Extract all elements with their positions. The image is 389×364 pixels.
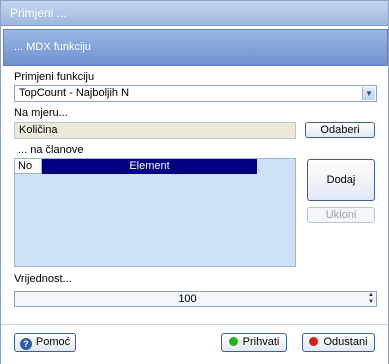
cancel-button[interactable]: Odustani <box>302 333 375 352</box>
measure-field[interactable]: Količina <box>14 122 296 139</box>
column-header-no[interactable]: No <box>15 159 42 174</box>
members-label: ... na članove <box>18 144 84 156</box>
question-icon: ? <box>19 338 32 350</box>
accept-button-label: Prihvati <box>242 336 280 348</box>
measure-value: Količina <box>19 124 58 136</box>
function-label: Primjeni funkciju <box>14 71 95 83</box>
header-panel: ... MDX funkciju <box>3 29 388 66</box>
cancel-button-label: Odustani <box>323 336 368 348</box>
help-button-label: Pomoć <box>35 336 71 348</box>
chevron-down-icon[interactable]: ▼ <box>362 87 375 100</box>
column-header-element[interactable]: Element <box>42 159 257 174</box>
green-dot-icon <box>228 337 238 346</box>
value-label: Vrijednost... <box>14 273 72 285</box>
footer-bar: ? Pomoć Prihvati Odustani <box>1 324 388 364</box>
value-number[interactable]: 100 <box>15 293 360 305</box>
function-selected-value: TopCount - Najboljih N <box>19 87 130 99</box>
add-member-button[interactable]: Dodaj <box>307 159 375 201</box>
function-select[interactable]: TopCount - Najboljih N ▼ <box>14 85 377 102</box>
red-dot-icon <box>309 337 319 346</box>
dialog-window: Primjeni ... ... MDX funkciju Primjeni f… <box>0 0 389 364</box>
remove-member-button[interactable]: Ukloni <box>307 207 375 223</box>
spinner-arrows-icon[interactable]: ▲ ▼ <box>368 292 374 306</box>
window-title: Primjeni ... <box>10 6 67 20</box>
choose-measure-button[interactable]: Odaberi <box>305 122 375 138</box>
column-header-no-label: No <box>18 160 33 172</box>
header-title: ... MDX funkciju <box>14 41 92 53</box>
accept-button[interactable]: Prihvati <box>221 333 287 352</box>
value-spinner[interactable]: 100 ▲ ▼ <box>14 291 377 307</box>
measure-label: Na mjeru... <box>14 107 68 119</box>
title-bar[interactable]: Primjeni ... <box>1 1 388 26</box>
members-grid[interactable]: No Element <box>14 158 296 267</box>
help-button[interactable]: ? Pomoć <box>14 333 76 352</box>
